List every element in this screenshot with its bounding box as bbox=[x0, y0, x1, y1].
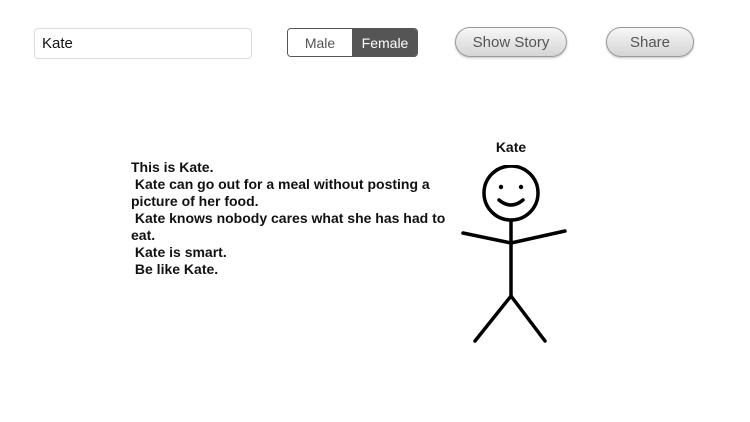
left-leg-line bbox=[473, 294, 513, 343]
left-arm-line bbox=[461, 231, 513, 245]
smile-shape bbox=[497, 198, 525, 207]
show-story-button[interactable]: Show Story bbox=[455, 27, 567, 57]
gender-male-option[interactable]: Male bbox=[288, 29, 352, 56]
gender-toggle[interactable]: Male Female bbox=[287, 28, 418, 57]
name-input[interactable] bbox=[34, 28, 252, 59]
left-eye-shape bbox=[498, 184, 504, 190]
share-button[interactable]: Share bbox=[606, 27, 694, 57]
app-root: Male Female Show Story Share This is Kat… bbox=[0, 0, 750, 422]
gender-female-option[interactable]: Female bbox=[352, 29, 417, 56]
figure-name-label: Kate bbox=[495, 139, 527, 155]
right-eye-shape bbox=[518, 184, 524, 190]
stick-figure-icon bbox=[461, 165, 567, 343]
right-arm-line bbox=[509, 229, 567, 245]
story-text: This is Kate. Kate can go out for a meal… bbox=[131, 159, 446, 277]
head-shape bbox=[482, 165, 540, 222]
right-leg-line bbox=[509, 294, 547, 343]
